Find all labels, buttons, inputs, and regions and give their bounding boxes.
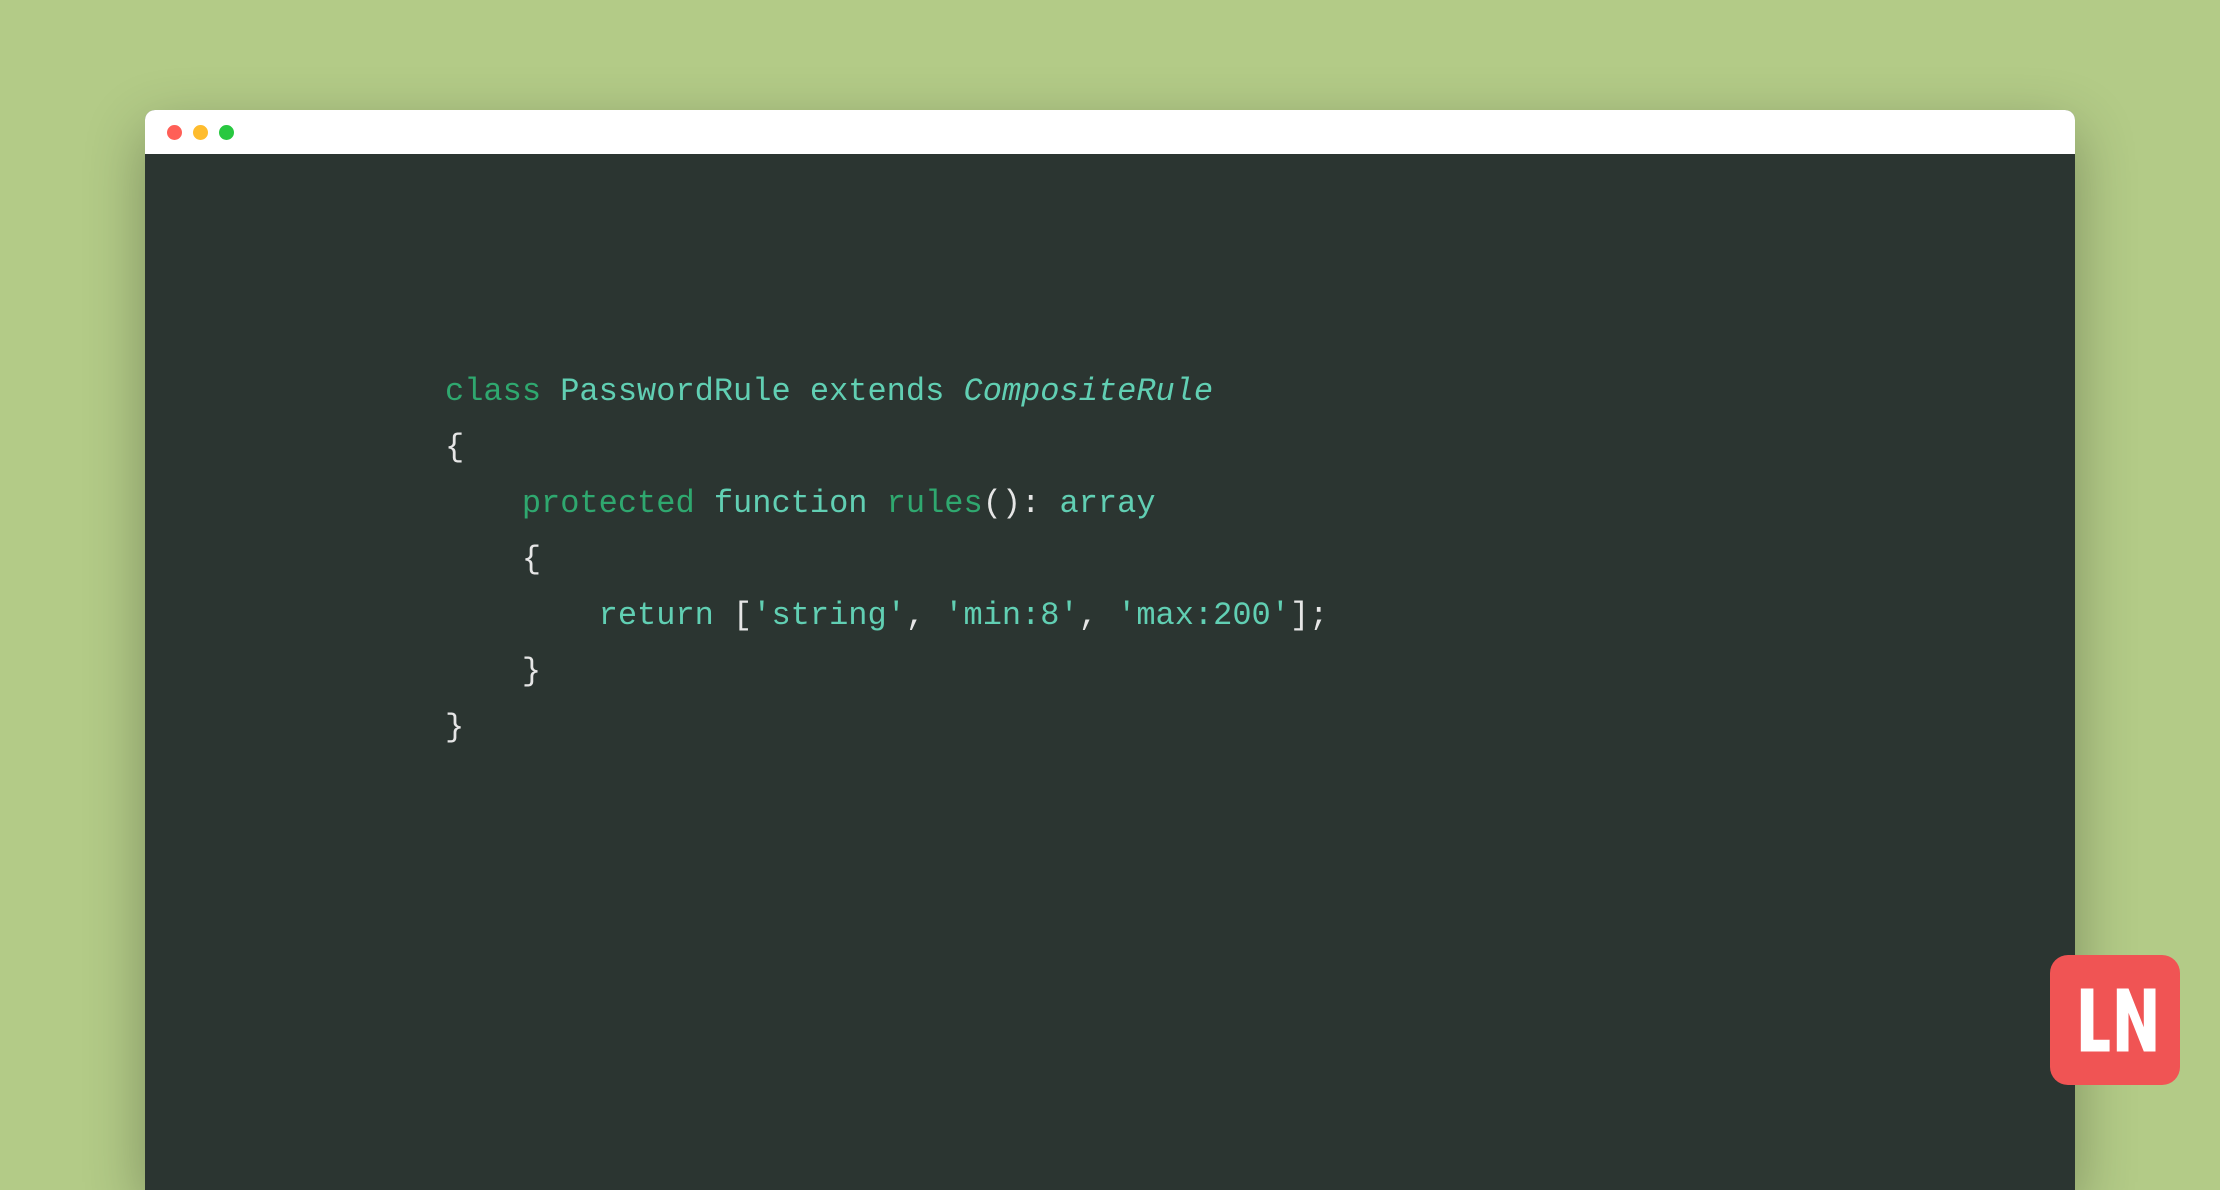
close-icon[interactable]	[167, 125, 182, 140]
parens: ()	[983, 485, 1021, 522]
keyword-extends: extends	[810, 373, 944, 410]
string-3: 'max:200'	[1117, 597, 1290, 634]
keyword-class: class	[445, 373, 541, 410]
bracket-close: ]	[1290, 597, 1309, 634]
brace-close-inner: }	[522, 653, 541, 690]
comma-2: ,	[1079, 597, 1098, 634]
brace-open-inner: {	[522, 541, 541, 578]
class-name: PasswordRule	[560, 373, 790, 410]
return-type: array	[1060, 485, 1156, 522]
brace-close: }	[445, 709, 464, 746]
code-line-2: {	[445, 420, 2075, 476]
code-line-3: protected function rules(): array	[445, 476, 2075, 532]
code-editor[interactable]: class PasswordRule extends CompositeRule…	[145, 154, 2075, 756]
code-line-7: }	[445, 700, 2075, 756]
comma-1: ,	[906, 597, 925, 634]
code-line-5: return ['string', 'min:8', 'max:200'];	[445, 588, 2075, 644]
keyword-return: return	[599, 597, 714, 634]
bracket-open: [	[733, 597, 752, 634]
string-2: 'min:8'	[944, 597, 1078, 634]
minimize-icon[interactable]	[193, 125, 208, 140]
code-line-1: class PasswordRule extends CompositeRule	[445, 364, 2075, 420]
window-titlebar	[145, 110, 2075, 154]
parent-class: CompositeRule	[963, 373, 1213, 410]
maximize-icon[interactable]	[219, 125, 234, 140]
keyword-function: function	[714, 485, 868, 522]
colon: :	[1021, 485, 1040, 522]
semicolon: ;	[1309, 597, 1328, 634]
string-1: 'string'	[752, 597, 906, 634]
brace-open: {	[445, 429, 464, 466]
logo-badge	[2050, 955, 2180, 1085]
editor-window: class PasswordRule extends CompositeRule…	[145, 110, 2075, 1190]
code-line-4: {	[445, 532, 2075, 588]
code-line-6: }	[445, 644, 2075, 700]
method-name: rules	[887, 485, 983, 522]
keyword-protected: protected	[522, 485, 695, 522]
ln-logo-icon	[2070, 975, 2160, 1065]
